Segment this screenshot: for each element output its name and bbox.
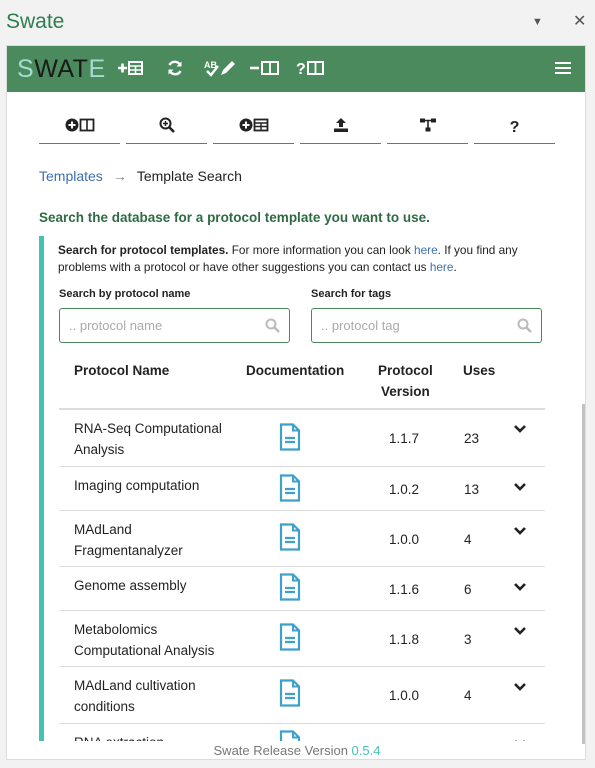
release-version: 0.5.4: [351, 743, 381, 758]
protocol-uses: 4: [464, 532, 472, 547]
tab-add-building-block[interactable]: [39, 112, 120, 144]
chevron-down-icon[interactable]: [513, 623, 527, 641]
spellcheck-icon[interactable]: AB: [204, 59, 236, 82]
chevron-down-icon[interactable]: [513, 479, 527, 497]
addin-frame: SWATE AB ? ? Templates → Template Search…: [6, 45, 586, 760]
brand-logo[interactable]: SWATE: [17, 55, 106, 84]
help-table-icon[interactable]: ?: [296, 59, 324, 82]
pane-title: Swate: [6, 10, 65, 33]
add-table-icon[interactable]: [117, 59, 143, 82]
protocol-name-input[interactable]: [60, 309, 250, 342]
tab-file-upload[interactable]: [300, 112, 381, 144]
header-protocol-name: Protocol Name: [74, 363, 170, 378]
navbar: SWATE AB ?: [7, 46, 585, 92]
table-row[interactable]: RNA extraction: [59, 724, 545, 741]
protocol-name: MAdLand cultivation conditions: [74, 678, 196, 714]
protocol-uses: 6: [464, 582, 472, 597]
protocol-uses: 23: [464, 431, 480, 446]
document-icon[interactable]: [279, 623, 301, 656]
template-search-panel[interactable]: Search for protocol templates. For more …: [39, 236, 574, 741]
info-link-more[interactable]: here: [414, 243, 438, 257]
search-icon: [517, 318, 532, 338]
protocol-version: 1.0.0: [389, 532, 420, 547]
protocol-version: 1.0.2: [389, 482, 420, 497]
table-row[interactable]: Imaging computation 1.0.2 13: [59, 467, 545, 511]
page-heading: Search the database for a protocol templ…: [39, 210, 430, 225]
search-plus-icon: [159, 117, 175, 138]
chevron-down-icon[interactable]: [513, 421, 527, 439]
remove-column-icon[interactable]: [249, 59, 279, 82]
document-icon[interactable]: [279, 423, 301, 456]
protocol-version: 1.1.8: [389, 632, 420, 647]
protocol-name: Genome assembly: [74, 578, 187, 593]
document-icon[interactable]: [279, 474, 301, 507]
protocol-tag-search[interactable]: [311, 308, 542, 343]
protocol-name-label: Search by protocol name: [59, 288, 191, 300]
protocol-tag-input[interactable]: [312, 309, 502, 342]
upload-icon: [333, 117, 349, 138]
template-table: RNA-Seq Computational Analysis 1.1.7 23 …: [59, 408, 545, 741]
tab-help[interactable]: ?: [474, 112, 555, 144]
protocol-version: 1.1.6: [389, 582, 420, 597]
table-row[interactable]: Metabolomics Computational Analysis 1.1.…: [59, 611, 545, 667]
breadcrumb-current: Template Search: [136, 168, 242, 184]
tab-templates[interactable]: [213, 112, 294, 144]
tool-tabs: ?: [39, 112, 555, 144]
table-row[interactable]: MAdLand Fragmentanalyzer 1.0.0 4: [59, 511, 545, 567]
protocol-name: MAdLand Fragmentanalyzer: [74, 522, 183, 558]
protocol-name: Metabolomics Computational Analysis: [74, 622, 215, 658]
protocol-name-search[interactable]: [59, 308, 290, 343]
document-icon[interactable]: [279, 573, 301, 606]
chevron-down-icon[interactable]: [513, 736, 527, 741]
breadcrumb: Templates → Template Search: [39, 168, 242, 184]
breadcrumb-arrow: →: [112, 168, 127, 184]
protocol-name: RNA extraction: [74, 732, 274, 741]
add-column-icon: [65, 117, 95, 138]
header-uses: Uses: [463, 363, 496, 378]
hamburger-icon[interactable]: [555, 62, 571, 74]
info-link-contact[interactable]: here: [430, 260, 454, 274]
add-template-icon: [239, 117, 269, 138]
tree-icon: [419, 117, 437, 138]
protocol-uses: 13: [464, 482, 480, 497]
protocol-tag-label: Search for tags: [311, 288, 392, 300]
table-row[interactable]: Genome assembly 1.1.6 6: [59, 567, 545, 611]
document-icon[interactable]: [279, 679, 301, 712]
protocol-version: 1.0.0: [389, 688, 420, 703]
chevron-down-icon[interactable]: [513, 679, 527, 697]
chevron-down-icon[interactable]: [513, 523, 527, 541]
info-text: Search for protocol templates. For more …: [58, 243, 518, 274]
caret-down-icon[interactable]: ▼: [532, 16, 543, 28]
protocol-uses: 4: [464, 688, 472, 703]
protocol-uses: 3: [464, 632, 472, 647]
chevron-down-icon[interactable]: [513, 579, 527, 597]
release-footer: Swate Release Version 0.5.4: [213, 743, 381, 758]
table-row[interactable]: RNA-Seq Computational Analysis 1.1.7 23: [59, 410, 545, 467]
header-documentation: Documentation: [246, 363, 345, 378]
protocol-name: Imaging computation: [74, 478, 200, 493]
tab-protocol-tree[interactable]: [387, 112, 468, 144]
document-icon[interactable]: [279, 730, 301, 741]
document-icon[interactable]: [279, 523, 301, 556]
protocol-version: 1.1.7: [389, 431, 420, 446]
tab-term-search[interactable]: [126, 112, 207, 144]
svg-text:?: ?: [296, 61, 306, 77]
header-protocol-version: Protocol Version: [378, 363, 433, 399]
question-icon: ?: [509, 118, 520, 136]
search-icon: [265, 318, 280, 338]
scrollbar[interactable]: [582, 404, 585, 744]
sync-icon[interactable]: [166, 59, 184, 82]
protocol-name: RNA-Seq Computational Analysis: [74, 421, 222, 457]
table-row[interactable]: MAdLand cultivation conditions 1.0.0 4: [59, 667, 545, 724]
close-icon[interactable]: ✕: [573, 11, 586, 31]
breadcrumb-templates-link[interactable]: Templates: [39, 168, 103, 184]
